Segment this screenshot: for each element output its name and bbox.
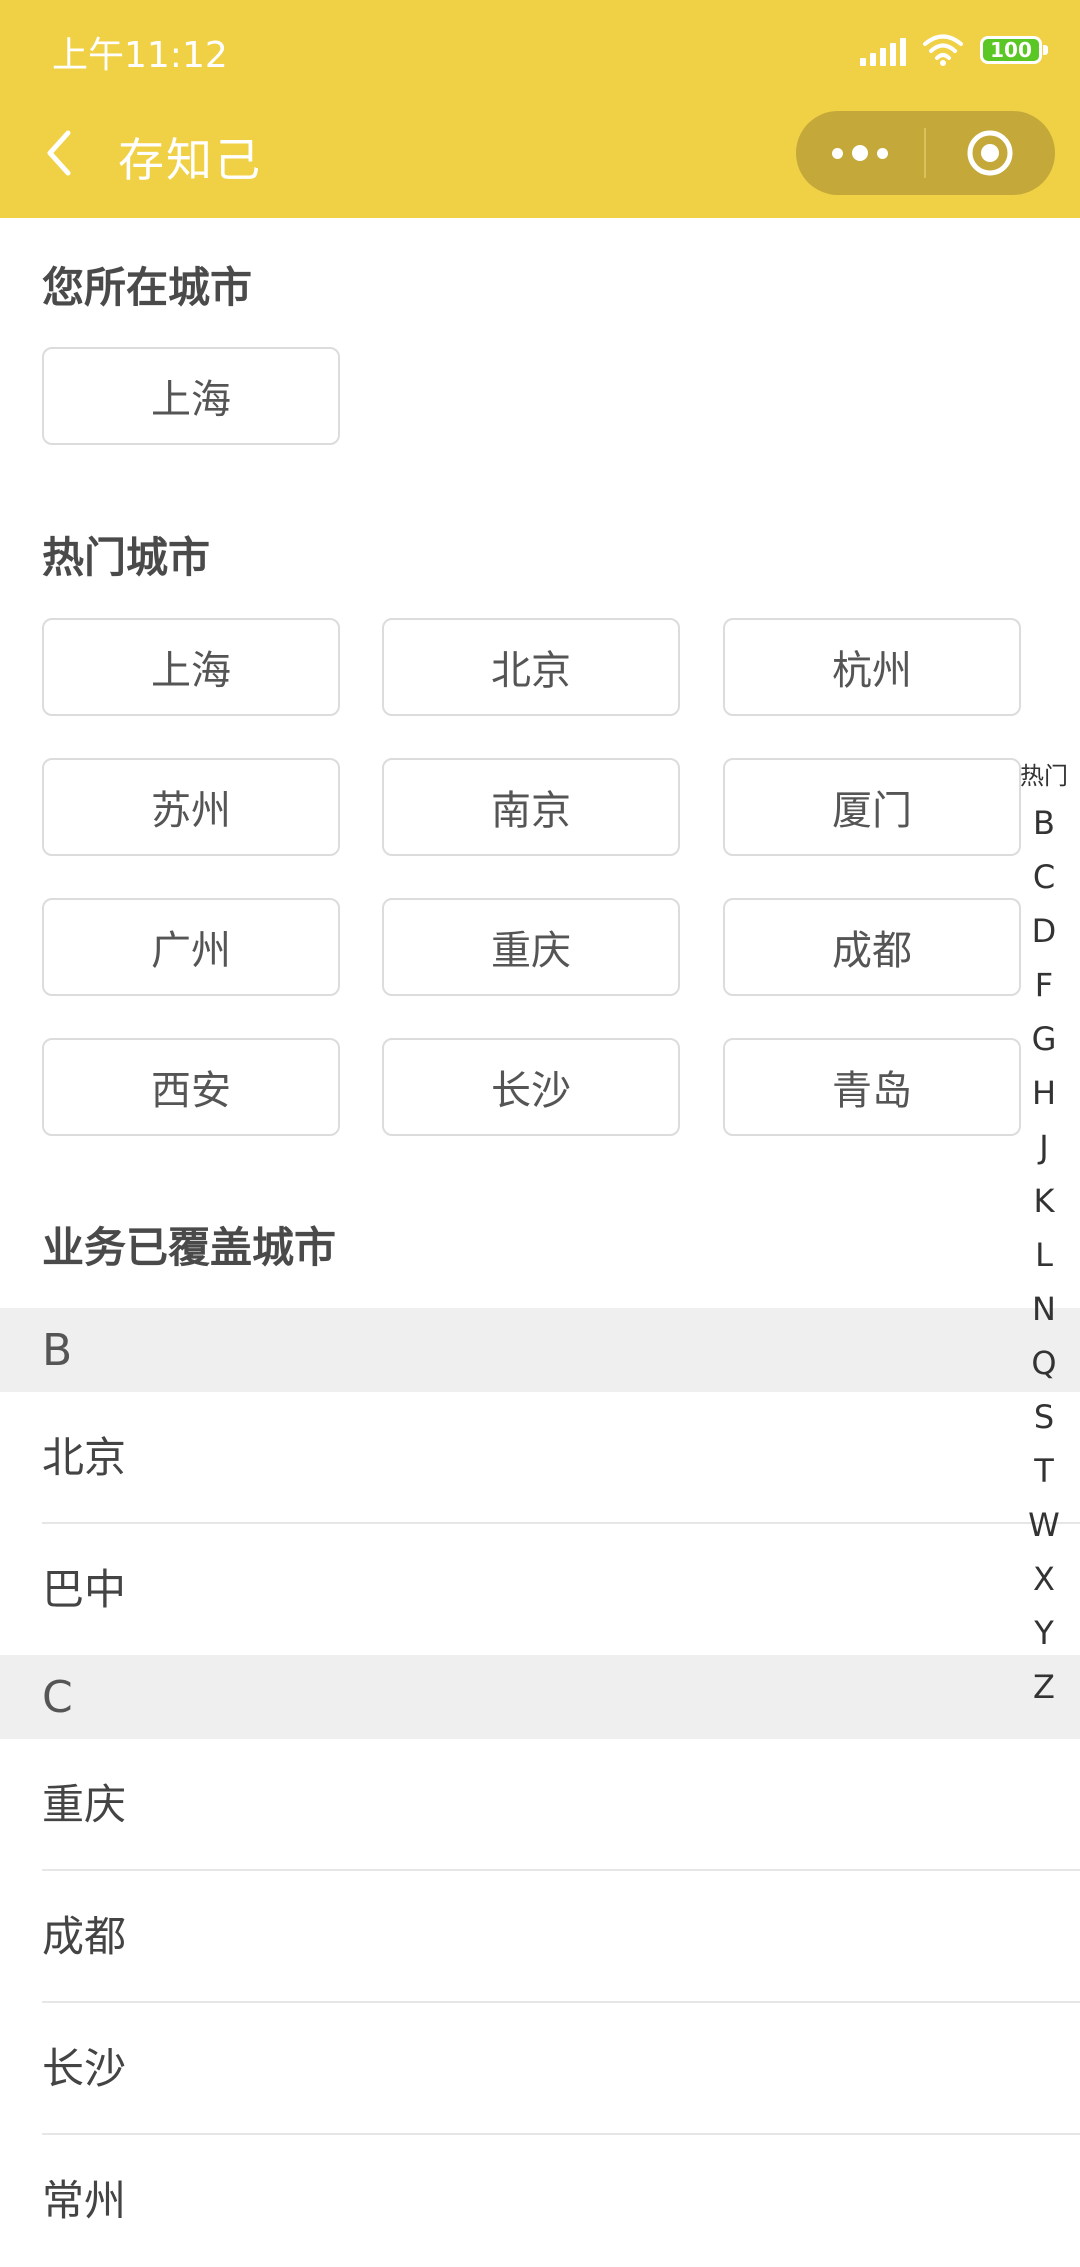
mini-program-capsule <box>796 111 1055 195</box>
index-letter[interactable]: Q <box>1031 1336 1056 1390</box>
index-letter[interactable]: F <box>1035 958 1053 1012</box>
hot-city-button[interactable]: 杭州 <box>723 618 1021 716</box>
group-header-b: B <box>0 1308 1080 1392</box>
index-letter[interactable]: T <box>1034 1444 1054 1498</box>
status-time: 上午11:12 <box>52 35 228 76</box>
hot-city-button[interactable]: 南京 <box>382 758 680 856</box>
group-letter: C <box>42 1671 73 1723</box>
alphabet-index-bar: 热门 B C D F G H J K L N Q S T W X Y Z <box>1016 756 1072 1714</box>
city-name: 成都 <box>42 1912 127 1961</box>
hot-city-button[interactable]: 重庆 <box>382 898 680 996</box>
status-icons: 100 <box>860 30 1048 70</box>
close-mini-program-button[interactable] <box>926 111 1054 195</box>
city-list-item[interactable]: 巴中 <box>0 1524 1080 1656</box>
index-letter[interactable]: K <box>1034 1174 1055 1228</box>
more-dot-icon <box>832 147 843 159</box>
index-letter[interactable]: J <box>1039 1120 1048 1174</box>
index-letter[interactable]: L <box>1035 1228 1053 1282</box>
wifi-icon <box>923 34 963 66</box>
covered-cities-title: 业务已覆盖城市 <box>42 1223 337 1272</box>
city-list-item[interactable]: 成都 <box>0 1871 1080 2003</box>
city-name: 北京 <box>42 1433 127 1482</box>
more-dot-icon <box>877 147 888 159</box>
more-button[interactable] <box>796 111 924 195</box>
index-letter[interactable]: G <box>1032 1012 1057 1066</box>
index-letter[interactable]: B <box>1033 796 1055 850</box>
city-list-item[interactable]: 长沙 <box>0 2003 1080 2135</box>
hot-city-button[interactable]: 厦门 <box>723 758 1021 856</box>
hot-city-button[interactable]: 上海 <box>42 618 340 716</box>
top-bar: 上午11:12 100 存知己 <box>0 0 1080 218</box>
more-dot-icon <box>852 145 868 161</box>
city-name: 重庆 <box>42 1780 127 1829</box>
hot-city-button[interactable]: 青岛 <box>723 1038 1021 1136</box>
hot-city-button[interactable]: 成都 <box>723 898 1021 996</box>
index-letter[interactable]: X <box>1033 1552 1055 1606</box>
battery-level: 100 <box>990 38 1032 62</box>
hot-city-button[interactable]: 苏州 <box>42 758 340 856</box>
index-letter[interactable]: Z <box>1033 1660 1055 1714</box>
hot-city-button[interactable]: 广州 <box>42 898 340 996</box>
index-letter[interactable]: W <box>1028 1498 1060 1552</box>
index-letter[interactable]: D <box>1032 904 1057 958</box>
index-letter[interactable]: C <box>1033 850 1055 904</box>
index-letter[interactable]: Y <box>1034 1606 1054 1660</box>
index-letter[interactable]: N <box>1032 1282 1056 1336</box>
chevron-left-icon <box>47 130 71 176</box>
hot-city-button[interactable]: 长沙 <box>382 1038 680 1136</box>
index-hot[interactable]: 热门 <box>1020 756 1068 796</box>
back-button[interactable] <box>36 118 80 188</box>
city-name: 长沙 <box>42 2044 127 2093</box>
city-list-item[interactable]: 重庆 <box>0 1739 1080 1871</box>
city-list-item[interactable]: 常州 <box>0 2135 1080 2248</box>
city-name: 常州 <box>42 2176 127 2225</box>
hot-cities-title: 热门城市 <box>42 533 211 582</box>
current-city-title: 您所在城市 <box>42 263 253 312</box>
battery-icon: 100 <box>980 36 1048 64</box>
hot-city-button[interactable]: 西安 <box>42 1038 340 1136</box>
target-close-icon <box>967 130 1013 176</box>
city-list-item[interactable]: 北京 <box>0 1392 1080 1524</box>
page-title: 存知己 <box>118 133 262 187</box>
signal-icon <box>860 34 906 66</box>
index-letter[interactable]: S <box>1034 1390 1054 1444</box>
current-city-button[interactable]: 上海 <box>42 347 340 445</box>
group-header-c: C <box>0 1655 1080 1739</box>
group-letter: B <box>42 1324 73 1376</box>
hot-city-button[interactable]: 北京 <box>382 618 680 716</box>
city-name: 巴中 <box>42 1565 127 1614</box>
index-letter[interactable]: H <box>1032 1066 1056 1120</box>
